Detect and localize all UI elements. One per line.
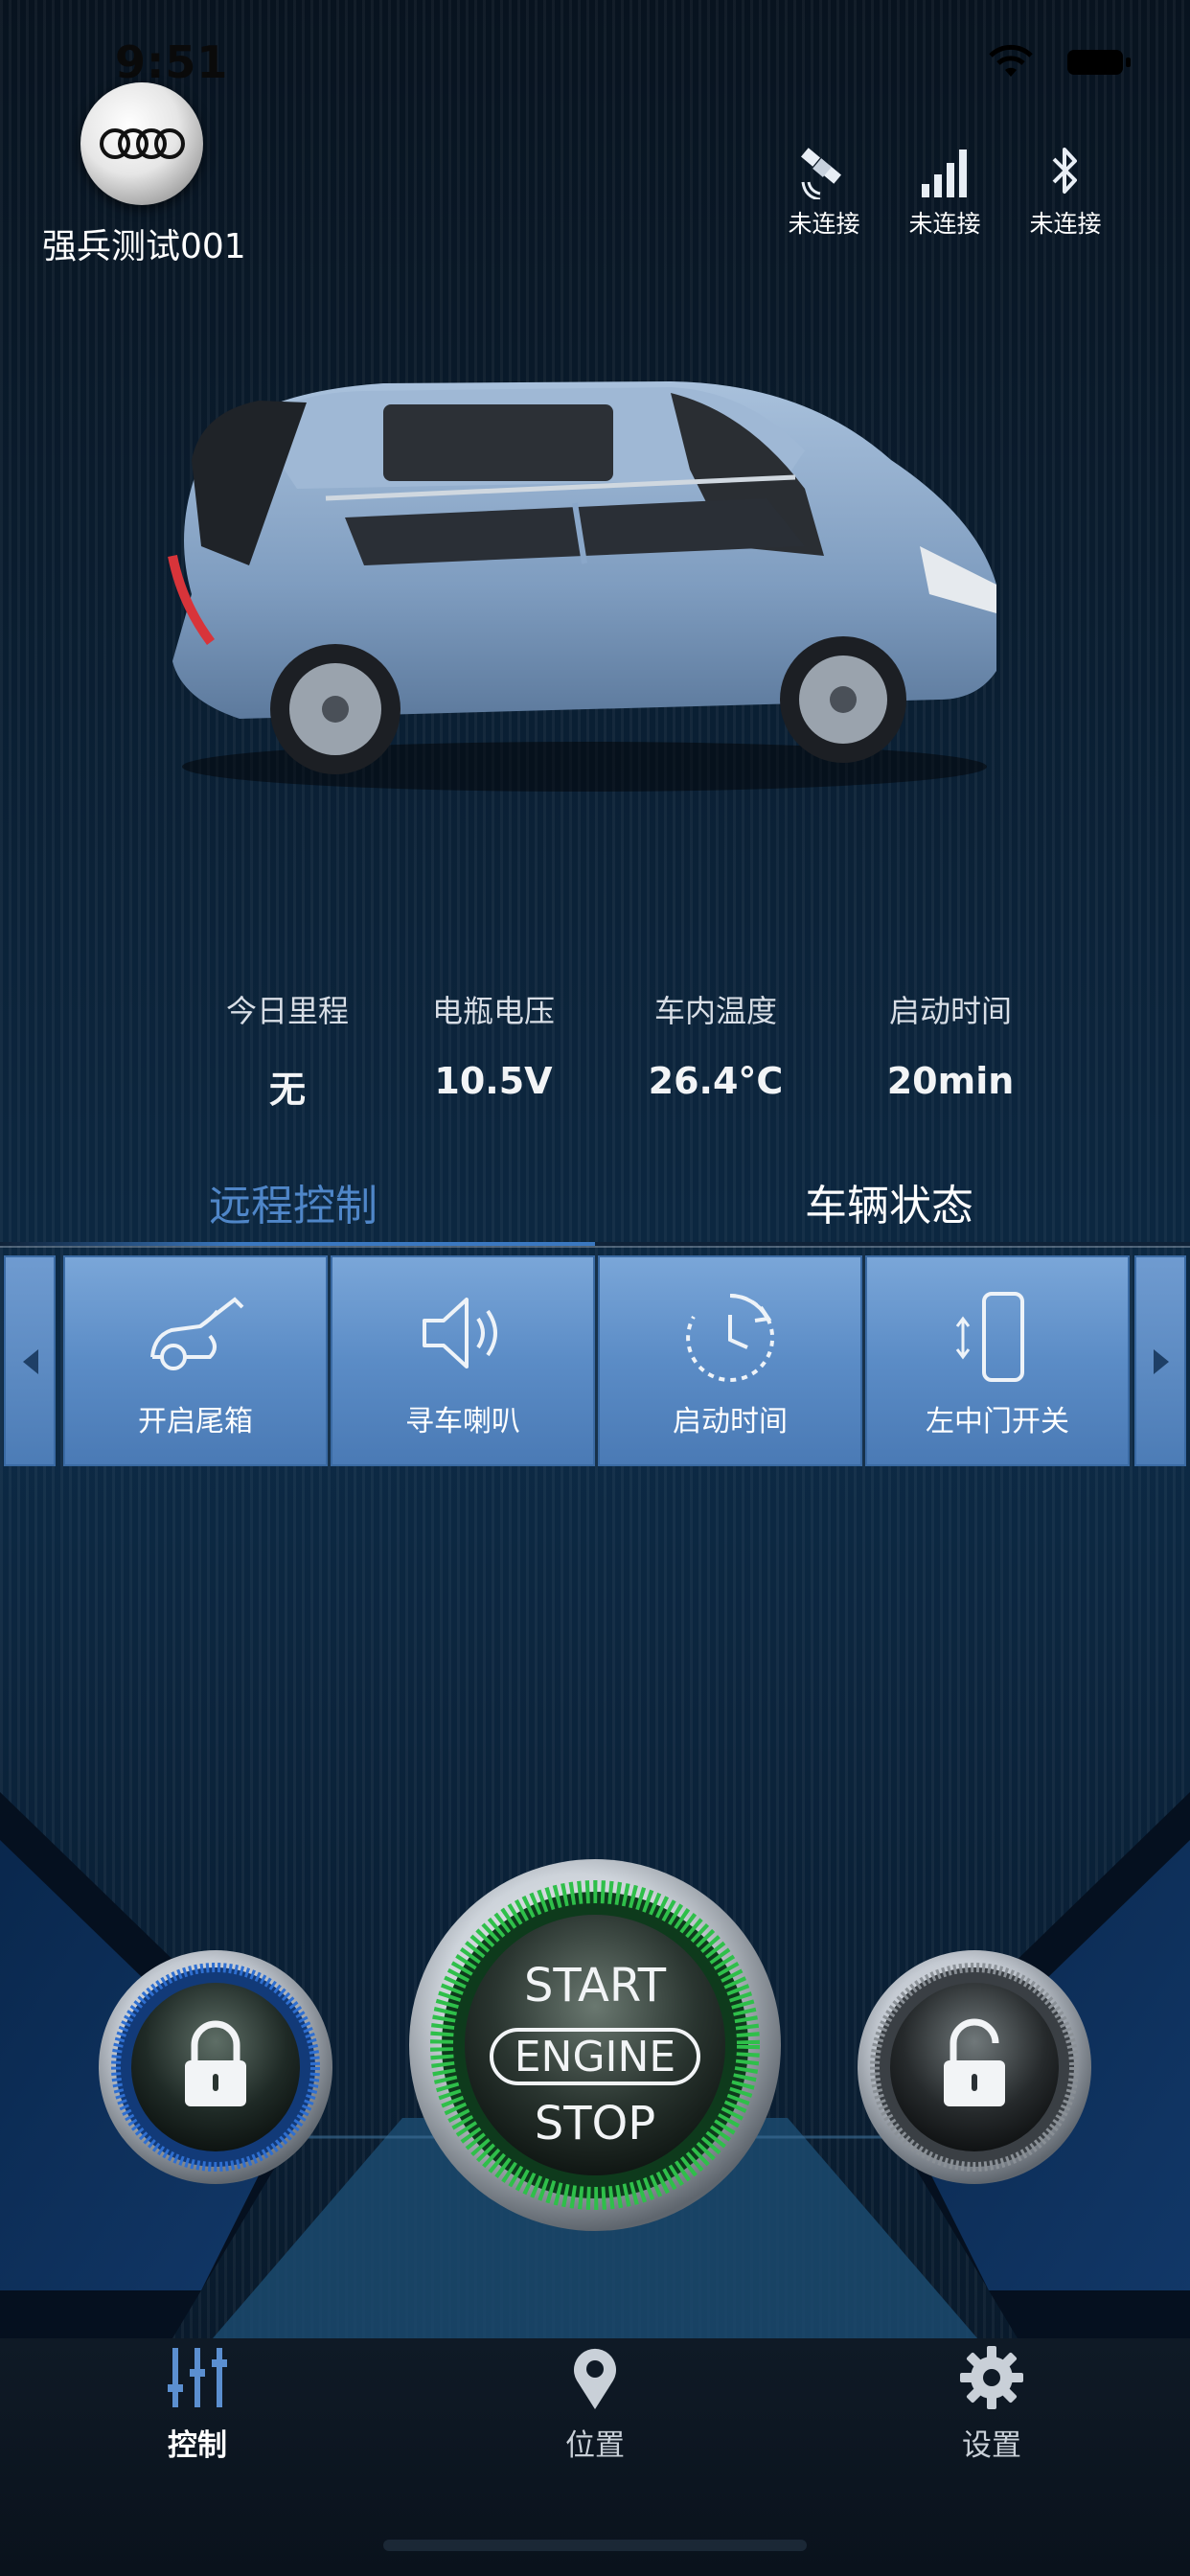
- horn-speaker-icon: [423, 1298, 497, 1368]
- satellite-status: 未连接: [771, 144, 877, 240]
- clock-timer-icon: [686, 1294, 775, 1382]
- nav-location[interactable]: 位置: [490, 2344, 700, 2464]
- control-label: 开启尾箱: [138, 1405, 253, 1438]
- location-pin-icon: [574, 2348, 616, 2409]
- signal-icon: [922, 150, 967, 197]
- sliders-icon: [168, 2348, 227, 2407]
- start-time-button[interactable]: 启动时间: [598, 1255, 862, 1466]
- stat-voltage: 电瓶电压 10.5V: [388, 987, 599, 1102]
- stat-start-time: 启动时间 20min: [845, 987, 1056, 1102]
- satellite-icon: [801, 148, 841, 199]
- nav-label: 控制: [168, 2428, 227, 2463]
- lock-button[interactable]: [96, 1947, 335, 2187]
- control-label: 启动时间: [673, 1405, 788, 1438]
- nav-label: 位置: [565, 2428, 625, 2463]
- scroll-left-button[interactable]: [4, 1255, 56, 1466]
- unlock-button[interactable]: [855, 1947, 1094, 2187]
- stat-temperature: 车内温度 26.4°C: [610, 987, 821, 1102]
- chevron-left-icon: [23, 1349, 38, 1374]
- stat-value: 20min: [886, 1060, 1015, 1102]
- audi-rings-icon: [100, 128, 185, 159]
- trunk-open-icon: [150, 1297, 244, 1370]
- engine-start-stop-button[interactable]: START ENGINE STOP: [407, 1857, 783, 2233]
- stat-label: 车内温度: [653, 993, 777, 1029]
- stat-label: 今日里程: [225, 993, 349, 1029]
- control-label: 寻车喇叭: [405, 1405, 520, 1438]
- engine-engine-label: ENGINE: [515, 2033, 676, 2082]
- bluetooth-icon: [1052, 148, 1077, 194]
- home-indicator: [383, 2540, 807, 2551]
- left-middle-door-button[interactable]: 左中门开关: [865, 1255, 1130, 1466]
- car-image: [168, 381, 996, 792]
- tab-remote-control[interactable]: 远程控制: [209, 1171, 378, 1232]
- gear-icon: [960, 2346, 1023, 2409]
- divider: [0, 1246, 1190, 1248]
- battery-icon: [1067, 50, 1131, 75]
- find-car-horn-button[interactable]: 寻车喇叭: [331, 1255, 595, 1466]
- stat-label: 启动时间: [888, 993, 1012, 1029]
- engine-stop-label: STOP: [535, 2097, 656, 2150]
- stat-value: 无: [268, 1069, 306, 1111]
- engine-start-label: START: [524, 1959, 667, 2012]
- bluetooth-status: 未连接: [1013, 144, 1118, 240]
- phone-door-icon: [955, 1292, 1024, 1382]
- stat-mileage: 今日里程 无: [182, 987, 393, 1113]
- chevron-right-icon: [1154, 1349, 1169, 1374]
- scroll-right-button[interactable]: [1134, 1255, 1186, 1466]
- wifi-icon: [989, 44, 1033, 77]
- nav-control[interactable]: 控制: [92, 2344, 303, 2464]
- control-label: 左中门开关: [926, 1405, 1069, 1438]
- device-name: 强兵测试001: [42, 227, 246, 266]
- stat-value: 10.5V: [434, 1060, 553, 1102]
- nav-label: 设置: [962, 2428, 1021, 2463]
- signal-status: 未连接: [892, 144, 997, 240]
- stat-value: 26.4°C: [648, 1060, 784, 1102]
- stat-label: 电瓶电压: [431, 993, 555, 1029]
- brand-logo-button[interactable]: [80, 82, 203, 205]
- nav-settings[interactable]: 设置: [886, 2344, 1097, 2464]
- status-time: 9:51: [115, 36, 229, 88]
- open-trunk-button[interactable]: 开启尾箱: [63, 1255, 328, 1466]
- tab-vehicle-status[interactable]: 车辆状态: [805, 1171, 973, 1232]
